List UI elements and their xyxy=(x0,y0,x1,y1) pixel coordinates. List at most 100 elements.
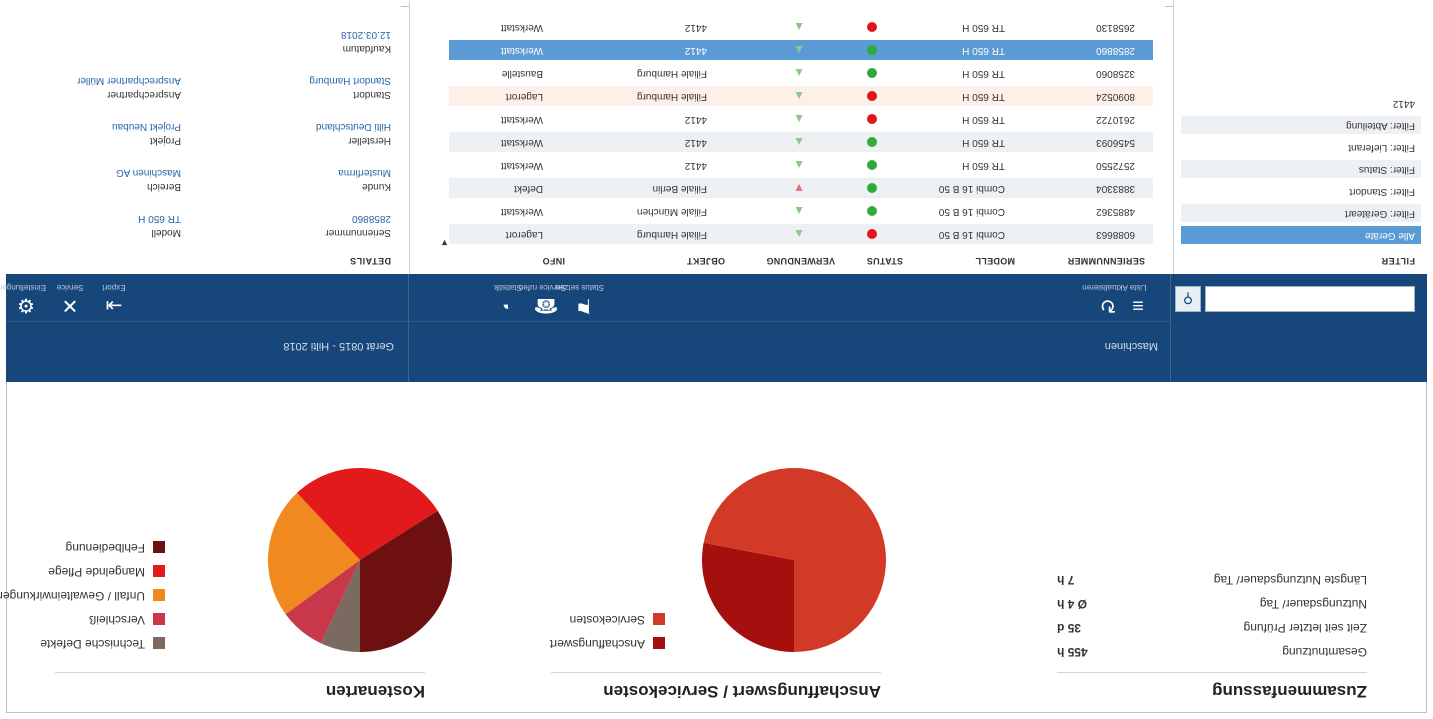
cell-serial: 3883304 xyxy=(1096,183,1135,194)
column-header-objekt[interactable]: OBJEKT xyxy=(687,256,725,266)
cell-model: TR 650 H xyxy=(962,45,1005,56)
cell-serial: 3258060 xyxy=(1096,68,1135,79)
column-header-verwendung[interactable]: VERWENDUNG xyxy=(766,256,835,266)
detail-label: Kunde xyxy=(362,181,391,192)
cell-model: TR 650 H xyxy=(962,91,1005,102)
cell-object: 4412 xyxy=(684,22,707,33)
cell-info: Werkstatt xyxy=(500,206,543,217)
gear-button[interactable]: ⚙ Einstellungen xyxy=(0,276,46,316)
cell-object: Filiale Hamburg xyxy=(636,91,707,102)
table-scrollbar[interactable]: ▼ xyxy=(439,8,449,248)
cell-model: TR 650 H xyxy=(962,68,1005,79)
filter-item[interactable]: Filter: Status xyxy=(1181,160,1421,178)
cell-serial: 2610722 xyxy=(1096,114,1135,125)
search-button[interactable]: ⚲ xyxy=(1175,286,1201,312)
table-row[interactable]: 2858860 TR 650 H ▲ 4412 Werkstatt xyxy=(449,40,1153,60)
machines-header: Maschinen xyxy=(409,321,1170,374)
acquisition-panel: Anschaffungswert / Servicekosten Anschaf… xyxy=(547,465,887,705)
detail-value[interactable]: 12.03.2018 xyxy=(341,29,391,40)
trend-up-icon: ▲ xyxy=(793,204,805,218)
scroll-down-arrow-icon[interactable]: ▼ xyxy=(440,238,449,248)
device-table: SERIENNUMMER MODELL STATUS VERWENDUNG OBJEKT… xyxy=(409,0,1165,274)
filter-item[interactable]: Alle Geräte xyxy=(1181,226,1421,244)
table-row[interactable]: 4885362 Combi 16 B 50 ▲ Filiale München Werk… xyxy=(449,201,1153,221)
table-row[interactable]: 6088663 Combi 16 B 50 ▲ Filiale Hamburg Lage… xyxy=(449,224,1153,244)
table-row[interactable]: 2610722 TR 650 H ▲ 4412 Werkstatt xyxy=(449,109,1153,129)
refresh-icon: ↻ xyxy=(1099,294,1117,316)
tool-label: Service xyxy=(56,283,84,292)
phone-button[interactable]: ☎ Service rufen xyxy=(518,276,566,316)
device-section-title: Gerät 0815 - Hilti 2018 xyxy=(283,340,394,352)
refresh-button[interactable]: ↻ Aktualisieren xyxy=(1082,276,1128,316)
trend-down-icon: ▼ xyxy=(793,181,805,195)
details-header: DETAILS xyxy=(349,256,391,266)
acquisition-title: Anschaffungswert / Servicekosten xyxy=(603,682,881,701)
detail-value[interactable]: Ansprechpartner Müller xyxy=(77,75,181,86)
detail-value[interactable]: TR 650 H xyxy=(138,213,181,224)
detail-value[interactable]: Maschinen AG xyxy=(116,167,181,178)
summary-row: Zeit seit letzter Prüfung 35 d xyxy=(1057,617,1367,635)
cell-info: Werkstatt xyxy=(500,114,543,125)
detail-value[interactable]: 2858860 xyxy=(352,213,391,224)
table-row[interactable]: 5456093 TR 650 H ▲ 4412 Werkstatt xyxy=(449,132,1153,152)
tools-button[interactable]: ✕ Service xyxy=(50,276,90,316)
detail-label: Bereich xyxy=(147,181,181,192)
filter-item[interactable]: 4412 xyxy=(1181,94,1421,112)
chart-button[interactable]: ◔ Statistik xyxy=(488,276,528,316)
export-button[interactable]: ⇥ Export xyxy=(94,276,134,316)
status-dot xyxy=(867,206,877,216)
trend-up-icon: ▲ xyxy=(793,20,805,34)
table-row[interactable]: 8090524 TR 650 H ▲ Filiale Hamburg Lagerort xyxy=(449,86,1153,106)
filter-item[interactable]: Filter: Abteilung xyxy=(1181,116,1421,134)
search-icon: ⚲ xyxy=(1182,291,1194,307)
app-screen: Zusammenfassung Gesamtnutzung 455 h Zeit s… xyxy=(0,0,1433,719)
column-header-seriennummer[interactable]: SERIENNUMMER xyxy=(1067,256,1145,266)
cell-serial: 2658130 xyxy=(1096,22,1135,33)
cell-info: Werkstatt xyxy=(500,45,543,56)
trend-up-icon: ▲ xyxy=(793,89,805,103)
summary-row-label: Gesamtnutzung xyxy=(1282,645,1367,659)
toolbar-device-section: Gerät 0815 - Hilti 2018 ⇥ Export ✕ Service ⚙… xyxy=(0,274,409,382)
filter-item[interactable]: Filter: Standort xyxy=(1181,182,1421,200)
column-header-info[interactable]: INFO xyxy=(542,256,565,266)
detail-value[interactable]: Musterfirma xyxy=(338,167,391,178)
detail-value[interactable]: Standort Hamburg xyxy=(309,75,391,86)
costs-divider xyxy=(55,672,425,673)
cell-object: Filiale Hamburg xyxy=(636,68,707,79)
legend-label: Technische Defekte xyxy=(40,637,145,651)
tool-label: Statistik xyxy=(494,283,523,292)
status-dot xyxy=(867,45,877,55)
detail-label: Projekt xyxy=(149,135,181,146)
status-dot xyxy=(867,68,877,78)
column-header-status[interactable]: STATUS xyxy=(867,256,903,266)
detail-value[interactable]: Hilti Deutschland xyxy=(316,121,391,132)
filter-item[interactable]: Filter: Geräteart xyxy=(1181,204,1421,222)
detail-value[interactable]: Projekt Neubau xyxy=(112,121,181,132)
tool-label: Einstellungen xyxy=(0,283,46,292)
summary-row-label: Zeit seit letzter Prüfung xyxy=(1243,621,1367,635)
filter-item[interactable]: Filter: Lieferant xyxy=(1181,138,1421,156)
table-row[interactable]: 2658130 TR 650 H ▲ 4412 Werkstatt xyxy=(449,17,1153,37)
flag-icon: ⚑ xyxy=(575,294,593,316)
table-row[interactable]: 3258060 TR 650 H ▲ Filiale Hamburg Baustelle xyxy=(449,63,1153,83)
tool-label: Service rufen xyxy=(518,283,566,292)
table-row[interactable]: 2572550 TR 650 H ▲ 4412 Werkstatt xyxy=(449,155,1153,175)
cell-info: Werkstatt xyxy=(500,160,543,171)
summary-row-value: 35 d xyxy=(1057,621,1082,635)
cell-info: Lagerort xyxy=(505,91,543,102)
status-dot xyxy=(867,114,877,124)
cell-info: Werkstatt xyxy=(500,22,543,33)
status-dot xyxy=(867,183,877,193)
cell-info: Werkstatt xyxy=(500,137,543,148)
summary-row-label: Nutzungsdauer/ Tag xyxy=(1259,597,1367,611)
detail-label: Hersteller xyxy=(348,135,391,146)
search-input[interactable] xyxy=(1205,286,1415,312)
legend-swatch xyxy=(153,541,165,553)
flag-button[interactable]: ⚑ Status setzen xyxy=(556,276,604,316)
summary-divider xyxy=(1057,672,1367,673)
toolbar-search-section: ⚲ xyxy=(1171,274,1427,382)
column-header-modell[interactable]: MODELL xyxy=(975,256,1015,266)
chart-icon: ◔ xyxy=(501,294,515,316)
tool-label: Aktualisieren xyxy=(1082,283,1128,292)
table-row[interactable]: 3883304 Combi 16 B 50 ▼ Filiale Berlin Defek… xyxy=(449,178,1153,198)
